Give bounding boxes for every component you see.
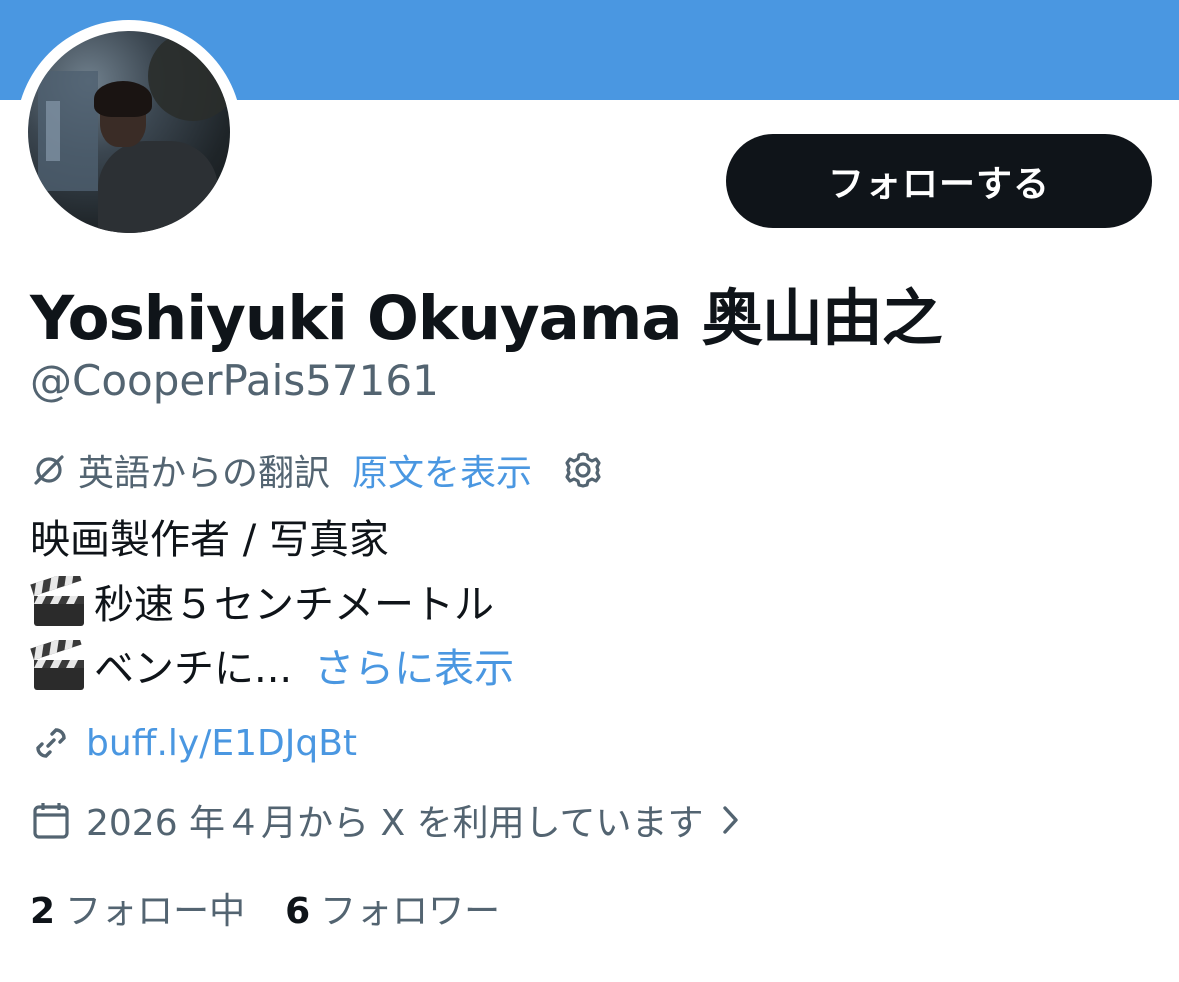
- following-count: 2: [30, 891, 56, 932]
- followers-count: 6: [285, 891, 311, 932]
- user-handle: @CooperPais57161: [30, 356, 439, 405]
- bio-line-1: 映画製作者 / 写真家: [30, 508, 389, 564]
- show-more-link[interactable]: さらに表示: [314, 636, 514, 694]
- profile-url-row[interactable]: buff.ly/E1DJqBt: [30, 718, 357, 768]
- translation-label: 英語からの翻訳: [78, 453, 331, 494]
- gear-icon[interactable]: [562, 449, 604, 491]
- clapperboard-icon: [30, 633, 88, 690]
- bio-line-2: 秒速５センチメートル: [30, 569, 494, 630]
- following-stat[interactable]: 2 フォロー中: [30, 882, 245, 934]
- follow-button[interactable]: フォローする: [726, 134, 1152, 228]
- joined-date-row[interactable]: 2026 年４月から X を利用しています: [30, 794, 746, 846]
- translate-icon: [30, 450, 70, 490]
- joined-date-text: 2026 年４月から X を利用しています: [86, 803, 704, 844]
- followers-stat[interactable]: 6 フォロワー: [285, 882, 500, 934]
- bio-text-1: 映画製作者 / 写真家: [30, 517, 389, 563]
- profile-url-link[interactable]: buff.ly/E1DJqBt: [86, 723, 357, 764]
- show-original-link[interactable]: 原文を表示: [352, 444, 532, 496]
- chevron-right-icon: [720, 800, 746, 840]
- follow-stats: 2 フォロー中 6 フォロワー: [30, 882, 500, 934]
- followers-label: フォロワー: [320, 891, 501, 932]
- avatar[interactable]: [28, 31, 230, 233]
- display-name: Yoshiyuki Okuyama 奥山由之: [30, 283, 943, 354]
- bio-text-2: 秒速５センチメートル: [94, 582, 494, 628]
- bio-line-3: ベンチに... さらに表示: [30, 633, 514, 694]
- profile-page: フォローする Yoshiyuki Okuyama 奥山由之 @CooperPai…: [0, 0, 1179, 982]
- following-label: フォロー中: [65, 891, 246, 932]
- bio-text-3: ベンチに...: [94, 646, 293, 692]
- link-icon: [30, 721, 74, 765]
- clapperboard-icon: [30, 569, 88, 626]
- calendar-icon: [30, 798, 74, 842]
- translation-row: 英語からの翻訳 原文を表示: [30, 445, 604, 495]
